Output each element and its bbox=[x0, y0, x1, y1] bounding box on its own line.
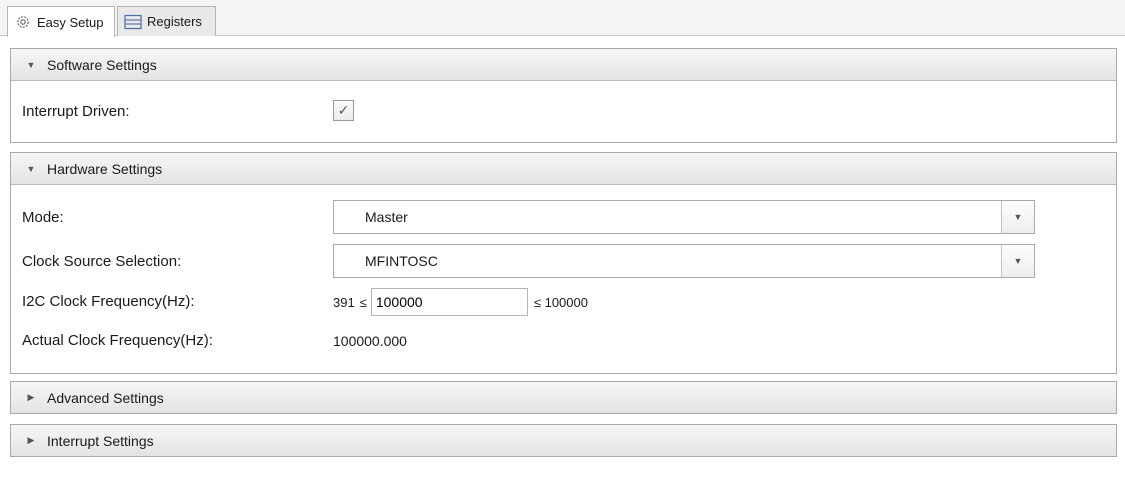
interrupt-driven-checkbox[interactable]: ✓ bbox=[333, 100, 354, 121]
panel-title: Software Settings bbox=[47, 56, 157, 73]
hardware-settings-header[interactable]: ▼ Hardware Settings bbox=[11, 153, 1116, 185]
interrupt-driven-label: Interrupt Driven: bbox=[22, 103, 130, 120]
collapsed-arrow-icon: ▶ bbox=[27, 392, 35, 402]
clock-source-select[interactable]: MFINTOSC ▼ bbox=[333, 244, 1035, 278]
expanded-arrow-icon: ▼ bbox=[26, 59, 36, 70]
interrupt-settings-header[interactable]: ▶ Interrupt Settings bbox=[11, 425, 1116, 456]
panel-title: Hardware Settings bbox=[47, 160, 163, 177]
tab-label: Registers bbox=[147, 14, 202, 29]
check-icon: ✓ bbox=[337, 102, 350, 118]
i2c-min-value: 391 bbox=[333, 294, 355, 310]
advanced-settings-panel: ▶ Advanced Settings bbox=[10, 381, 1117, 414]
gear-icon bbox=[14, 13, 32, 31]
i2c-max-value: ≤ 100000 bbox=[533, 294, 588, 310]
tab-easy-setup[interactable]: Easy Setup bbox=[7, 6, 115, 37]
i2c-frequency-row: 391 ≤ ≤ 100000 bbox=[333, 288, 588, 316]
software-settings-panel: ▼ Software Settings Interrupt Driven: ✓ bbox=[10, 48, 1117, 143]
clock-source-value: MFINTOSC bbox=[365, 253, 438, 269]
mode-label: Mode: bbox=[22, 209, 64, 226]
expanded-arrow-icon: ▼ bbox=[26, 163, 36, 174]
less-equal-symbol: ≤ bbox=[359, 294, 367, 310]
mode-select[interactable]: Master ▼ bbox=[333, 200, 1035, 234]
collapsed-arrow-icon: ▶ bbox=[27, 435, 35, 445]
panel-title: Advanced Settings bbox=[47, 389, 164, 406]
clock-source-label: Clock Source Selection: bbox=[22, 253, 182, 270]
tab-label: Easy Setup bbox=[37, 14, 104, 30]
actual-clock-frequency-value: 100000.000 bbox=[333, 333, 407, 349]
interrupt-settings-panel: ▶ Interrupt Settings bbox=[10, 424, 1117, 457]
panel-title: Interrupt Settings bbox=[47, 432, 154, 449]
advanced-settings-header[interactable]: ▶ Advanced Settings bbox=[11, 382, 1116, 413]
chevron-down-icon[interactable]: ▼ bbox=[1001, 201, 1034, 233]
chevron-down-icon[interactable]: ▼ bbox=[1001, 245, 1034, 277]
tab-bar: Easy Setup Registers bbox=[0, 0, 1125, 37]
tab-registers[interactable]: Registers bbox=[117, 6, 216, 36]
mode-select-value: Master bbox=[365, 209, 408, 225]
actual-clock-frequency-label: Actual Clock Frequency(Hz): bbox=[22, 332, 213, 349]
registers-icon bbox=[124, 13, 142, 31]
hardware-settings-panel: ▼ Hardware Settings Mode: Master ▼ Clock… bbox=[10, 152, 1117, 374]
i2c-clock-frequency-label: I2C Clock Frequency(Hz): bbox=[22, 293, 195, 310]
i2c-frequency-input[interactable] bbox=[370, 288, 528, 316]
software-settings-header[interactable]: ▼ Software Settings bbox=[11, 49, 1116, 81]
